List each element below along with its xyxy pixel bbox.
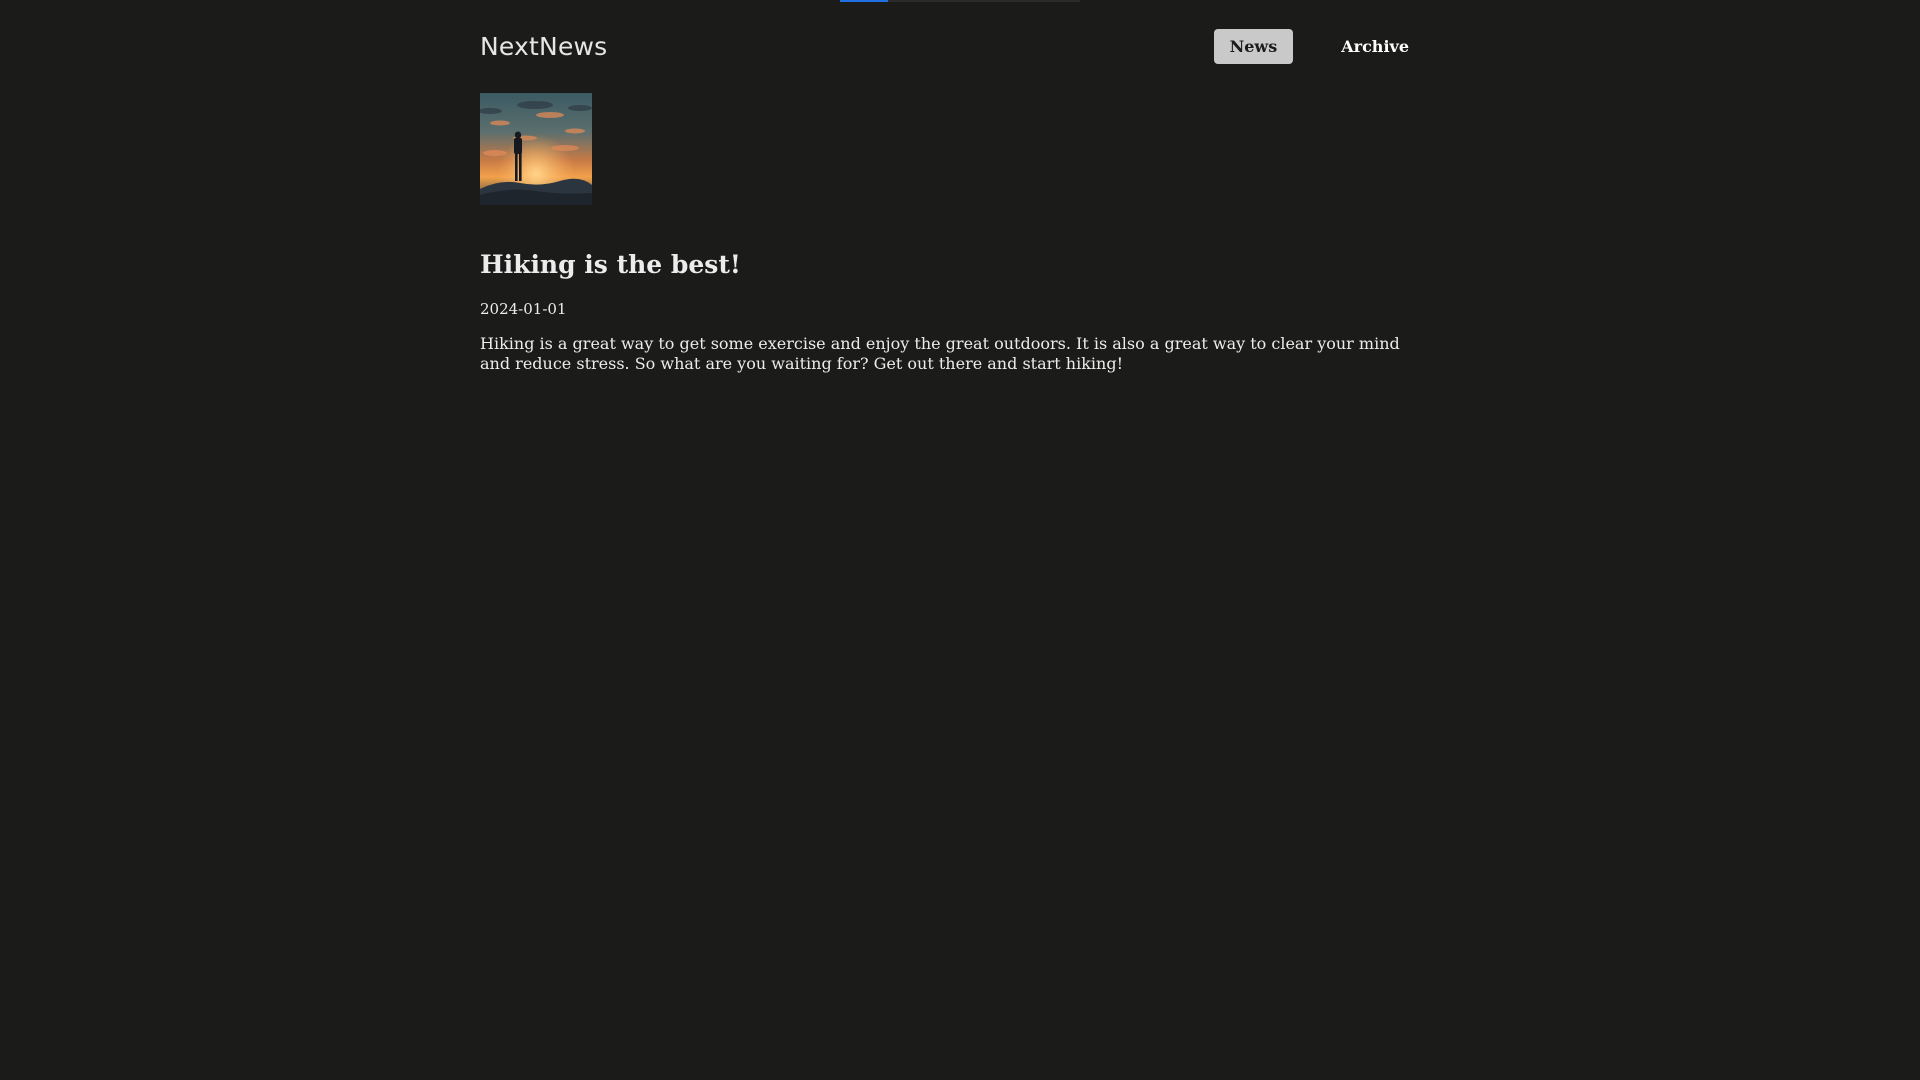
article-body: Hiking is a great way to get some exerci… bbox=[480, 334, 1400, 373]
nav-item-news[interactable]: News bbox=[1213, 28, 1294, 64]
article-image-link[interactable] bbox=[480, 92, 592, 205]
site-logo-link[interactable]: NextNews bbox=[480, 32, 607, 61]
site-header: NextNews News Archive bbox=[480, 0, 1425, 92]
article: Hiking is the best! 2024-01-01 Hiking is… bbox=[480, 92, 1425, 374]
main-nav: News Archive bbox=[1213, 28, 1425, 64]
nav-item-archive[interactable]: Archive bbox=[1325, 29, 1425, 64]
article-title: Hiking is the best! bbox=[480, 250, 741, 279]
page-container: NextNews News Archive Hiking is the best… bbox=[480, 0, 1425, 374]
hiker-sunset-image bbox=[480, 93, 592, 205]
article-date: 2024-01-01 bbox=[480, 300, 567, 318]
